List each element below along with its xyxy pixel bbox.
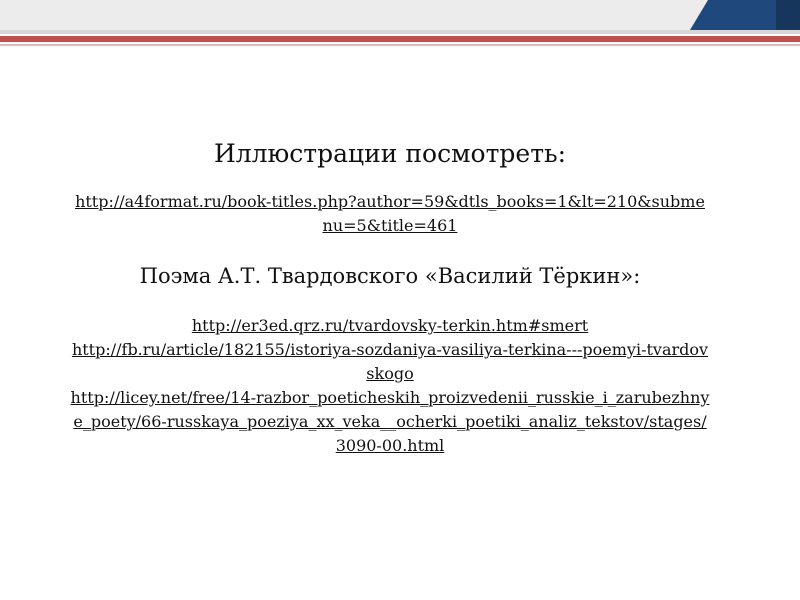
terkin-link-2[interactable]: http://fb.ru/article/182155/istoriya-soz… [70,338,710,386]
header-gray-stripe [0,0,800,30]
header-navy-accent [776,0,800,30]
slide-heading: Иллюстрации посмотреть: [213,139,567,168]
header-red-stripe [0,36,800,42]
terkin-link-1[interactable]: http://er3ed.qrz.ru/tvardovsky-terkin.ht… [70,314,710,338]
slide-content: Иллюстрации посмотреть: http://a4format.… [70,138,710,458]
terkin-link-3[interactable]: http://licey.net/free/14-razbor_poetiche… [70,386,710,458]
header-gray-divider [0,30,800,34]
poem-subheading: Поэма А.Т. Твардовского «Василий Тёркин»… [139,264,641,288]
header-red-thin-stripe [0,44,800,46]
header-decoration [0,0,800,50]
illustrations-link[interactable]: http://a4format.ru/book-titles.php?autho… [70,190,710,238]
